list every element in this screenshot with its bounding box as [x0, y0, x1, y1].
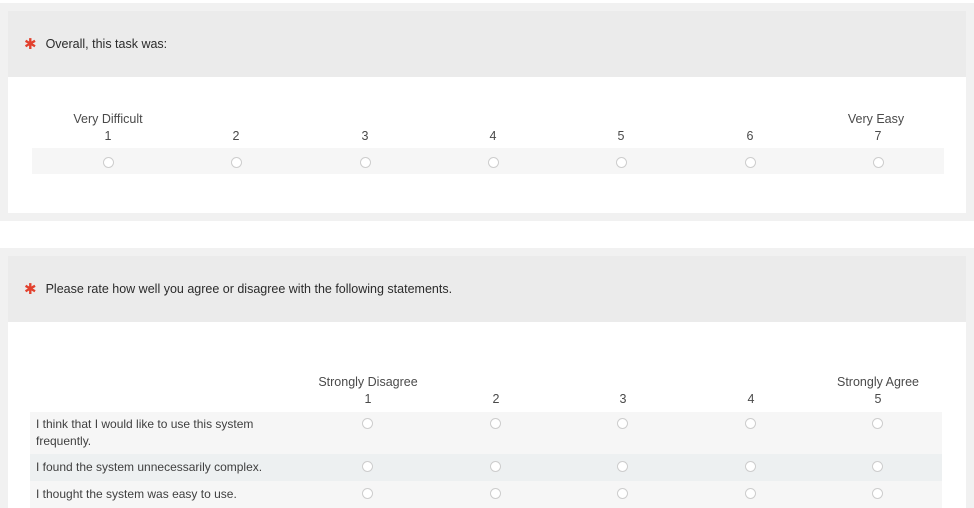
radio-s1-1[interactable]: [362, 418, 373, 429]
radio-option-5[interactable]: [616, 157, 627, 168]
radio-option-6[interactable]: [745, 157, 756, 168]
scale-number-3: 3: [361, 129, 369, 143]
question-header-2: ✱ Please rate how well you agree or disa…: [8, 256, 966, 322]
radio-option-7[interactable]: [873, 157, 884, 168]
scale-number-1: 1: [364, 392, 372, 406]
radio-option-2[interactable]: [231, 157, 242, 168]
scale-number-3: 3: [619, 392, 627, 406]
radio-s2-1[interactable]: [362, 461, 373, 472]
scale-number-7: 7: [874, 129, 882, 143]
radio-option-3[interactable]: [360, 157, 371, 168]
scale-anchor-very-difficult: Very Difficult: [73, 112, 143, 126]
radio-s1-3[interactable]: [617, 418, 628, 429]
scale-anchor-strongly-agree: Strongly Agree: [837, 375, 919, 389]
scale-number-5: 5: [617, 129, 625, 143]
radio-s2-3[interactable]: [617, 461, 628, 472]
question-card-1: ✱ Overall, this task was: Very Difficult…: [0, 3, 974, 221]
radio-s2-2[interactable]: [490, 461, 501, 472]
radio-option-4[interactable]: [488, 157, 499, 168]
scale-number-2: 2: [232, 129, 240, 143]
radio-s3-4[interactable]: [745, 488, 756, 499]
question-header-1: ✱ Overall, this task was:: [8, 11, 966, 77]
radio-s1-4[interactable]: [745, 418, 756, 429]
question-body-1: ✱ Overall, this task was: Very Difficult…: [8, 11, 966, 213]
radio-s3-2[interactable]: [490, 488, 501, 499]
statement-text-2: I found the system unnecessarily complex…: [36, 460, 263, 474]
scale-number-6: 6: [746, 129, 754, 143]
radio-s2-5[interactable]: [872, 461, 883, 472]
question-text-1: Overall, this task was:: [45, 37, 168, 51]
question-body-2: ✱ Please rate how well you agree or disa…: [8, 256, 966, 508]
required-asterisk-icon: ✱: [24, 280, 37, 298]
question-text-2: Please rate how well you agree or disagr…: [45, 282, 453, 296]
radio-s3-1[interactable]: [362, 488, 373, 499]
radio-s3-5[interactable]: [872, 488, 883, 499]
radio-s3-3[interactable]: [617, 488, 628, 499]
statement-text-1: I think that I would like to use this sy…: [36, 417, 254, 448]
scale-number-4: 4: [489, 129, 497, 143]
radio-s2-4[interactable]: [745, 461, 756, 472]
scale-number-2: 2: [492, 392, 500, 406]
scale-anchor-very-easy: Very Easy: [847, 112, 905, 126]
scale-number-4: 4: [747, 392, 755, 406]
radio-s1-2[interactable]: [490, 418, 501, 429]
radio-s1-5[interactable]: [872, 418, 883, 429]
radio-option-1[interactable]: [103, 157, 114, 168]
question-card-2: ✱ Please rate how well you agree or disa…: [0, 248, 974, 508]
required-asterisk-icon: ✱: [24, 35, 37, 53]
statement-text-3: I thought the system was easy to use.: [36, 487, 237, 501]
scale-number-5: 5: [874, 392, 882, 406]
scale-number-1: 1: [104, 129, 112, 143]
scale-anchor-strongly-disagree: Strongly Disagree: [318, 375, 418, 389]
